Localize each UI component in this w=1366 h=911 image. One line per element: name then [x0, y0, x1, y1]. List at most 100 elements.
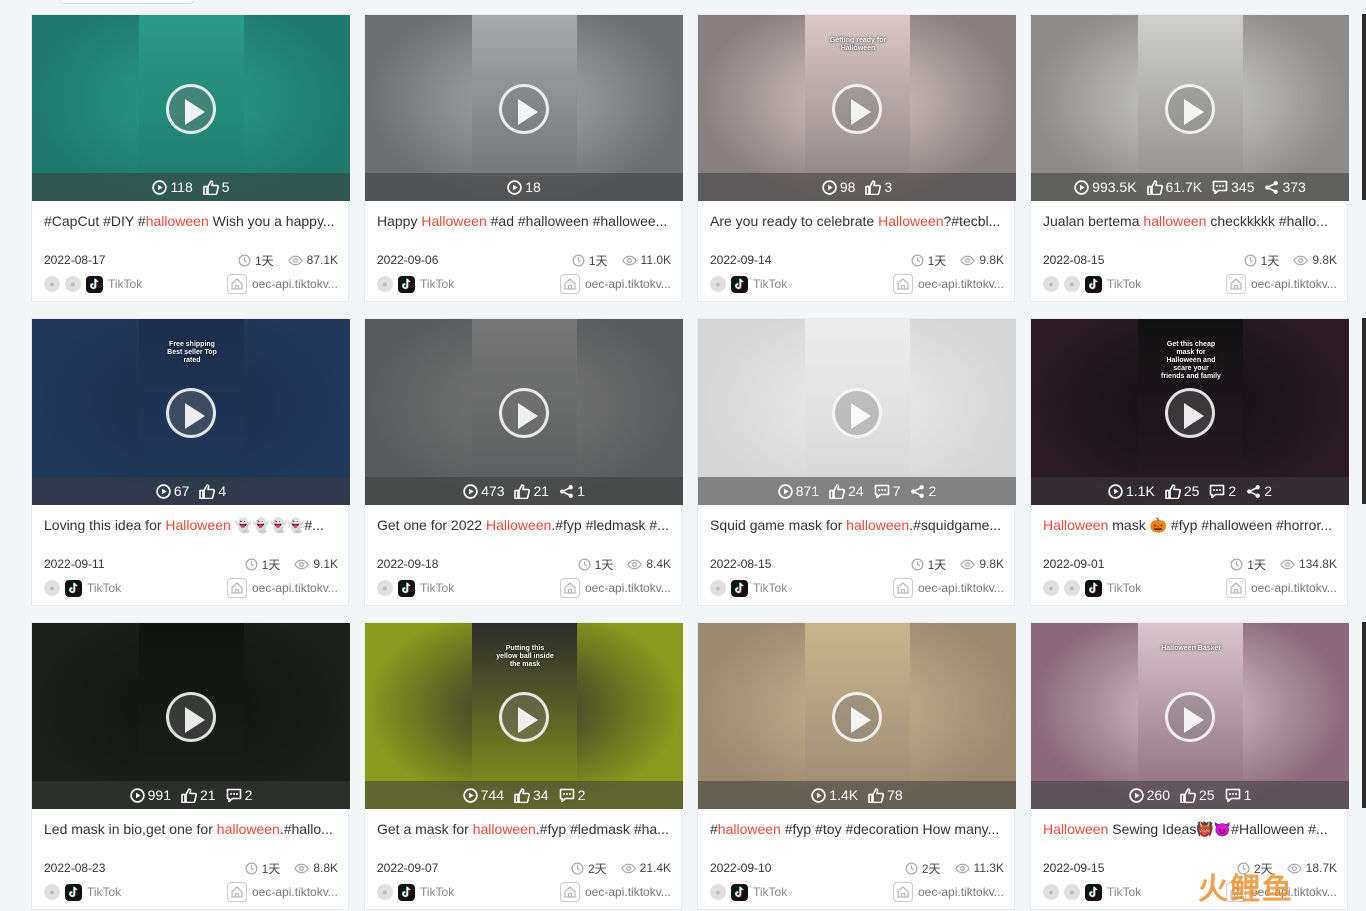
video-thumbnail[interactable]: 18 — [365, 15, 683, 201]
view-count: 18.7K — [1305, 861, 1337, 875]
publish-date: 2022-09-18 — [377, 557, 439, 571]
source-url[interactable]: oec-api.tiktokv... — [252, 581, 338, 595]
shop-icon[interactable] — [227, 882, 247, 902]
shop-icon[interactable] — [560, 274, 580, 294]
video-thumbnail[interactable]: 871 24 7 2 — [698, 319, 1016, 505]
clock-icon — [571, 862, 584, 875]
likes-count: 25 — [1183, 483, 1200, 499]
video-thumbnail[interactable]: 118 5 — [32, 15, 350, 201]
video-stats-bar: 18 — [365, 173, 683, 201]
plays-icon — [462, 787, 478, 803]
comments-stat: 345 — [1212, 179, 1254, 195]
video-card[interactable]: Getting ready for Halloween 98 3 Are you … — [697, 14, 1016, 302]
keyword-highlight: Halloween — [1043, 517, 1109, 533]
shop-icon[interactable] — [227, 578, 247, 598]
video-title[interactable]: Led mask in bio,get one for halloween.#h… — [32, 809, 348, 849]
shop-icon[interactable] — [227, 274, 247, 294]
clock-icon — [245, 558, 258, 571]
video-title[interactable]: #CapCut #DIY #halloween Wish you a happy… — [32, 201, 348, 241]
play-button[interactable] — [166, 388, 216, 438]
shop-icon[interactable] — [560, 578, 580, 598]
clock-icon — [911, 558, 924, 571]
video-card[interactable]: 18 Happy Halloween #ad #halloween #hallo… — [364, 14, 683, 302]
video-title[interactable]: Squid game mask for halloween.#squidgame… — [698, 505, 1014, 545]
shop-icon[interactable] — [1226, 274, 1246, 294]
source-url[interactable]: oec-api.tiktokv... — [918, 277, 1004, 291]
source-url[interactable]: oec-api.tiktokv... — [252, 885, 338, 899]
shop-icon[interactable] — [893, 578, 913, 598]
source-url[interactable]: oec-api.tiktokv... — [918, 581, 1004, 595]
video-meta: 2022-08-15 1天 9.8K — [1031, 252, 1347, 268]
video-title[interactable]: Get a mask for halloween.#fyp #ledmask #… — [365, 809, 681, 849]
video-card[interactable]: Halloween Basket 260 25 1 Halloween Sewing… — [1030, 622, 1349, 910]
video-title[interactable]: Loving this idea for Halloween 👻👻👻👻#... — [32, 505, 348, 545]
video-stats-bar: 993.5K 61.7K 345 373 — [1031, 173, 1349, 201]
video-card[interactable]: Get this cheap mask for Halloween and sc… — [1030, 318, 1349, 606]
video-thumbnail[interactable]: 473 21 1 — [365, 319, 683, 505]
video-thumbnail[interactable]: Get this cheap mask for Halloween and sc… — [1031, 319, 1349, 505]
filter-bar-edge — [60, 0, 194, 4]
comments-count: 1 — [1243, 787, 1252, 803]
video-title[interactable]: Happy Halloween #ad #halloween #hallowee… — [365, 201, 681, 241]
video-title[interactable]: Jualan bertema halloween checkkkkk #hall… — [1031, 201, 1347, 241]
source-url[interactable]: oec-api.tiktokv... — [585, 581, 671, 595]
eye-icon — [960, 255, 976, 266]
video-thumbnail[interactable]: Halloween Basket 260 25 1 — [1031, 623, 1349, 809]
video-meta: 2022-09-18 1天 8.4K — [365, 556, 681, 572]
video-thumbnail[interactable]: 993.5K 61.7K 345 373 — [1031, 15, 1349, 201]
play-button[interactable] — [1165, 84, 1215, 134]
play-button[interactable] — [499, 84, 549, 134]
source-url[interactable]: oec-api.tiktokv... — [585, 277, 671, 291]
play-button[interactable] — [1165, 388, 1215, 438]
shop-icon[interactable] — [560, 882, 580, 902]
video-card[interactable]: 1.4K 78 #halloween #fyp #toy #decoration … — [697, 622, 1016, 910]
shop-icon[interactable] — [893, 274, 913, 294]
plays-icon — [1108, 483, 1123, 499]
shop-icon[interactable] — [1226, 578, 1246, 598]
publish-date: 2022-08-23 — [44, 861, 106, 875]
play-button[interactable] — [499, 692, 549, 742]
play-button[interactable] — [832, 692, 882, 742]
likes-icon — [1180, 787, 1196, 803]
play-button[interactable] — [832, 388, 882, 438]
source-url[interactable]: oec-api.tiktokv... — [585, 885, 671, 899]
play-button[interactable] — [832, 84, 882, 134]
video-card[interactable]: Free shipping Best seller Top rated 67 4 … — [31, 318, 350, 606]
play-button[interactable] — [166, 692, 216, 742]
apple-icon: ● — [65, 276, 81, 292]
video-thumbnail[interactable]: 1.4K 78 — [698, 623, 1016, 809]
likes-count: 34 — [532, 787, 549, 803]
video-thumbnail[interactable]: Getting ready for Halloween 98 3 — [698, 15, 1016, 201]
video-card[interactable]: 991 21 2 Led mask in bio,get one for hallo… — [31, 622, 350, 910]
video-card[interactable]: 473 21 1 Get one for 2022 Halloween.#fyp #… — [364, 318, 683, 606]
play-button[interactable] — [166, 84, 216, 134]
likes-count: 5 — [221, 179, 230, 195]
source-url[interactable]: oec-api.tiktokv... — [252, 277, 338, 291]
video-stats-bar: 67 4 — [32, 477, 350, 505]
video-title[interactable]: Halloween Sewing Ideas👹👿#Halloween #... — [1031, 809, 1347, 849]
comments-icon — [1212, 180, 1228, 195]
source-url[interactable]: oec-api.tiktokv... — [1251, 277, 1337, 291]
video-thumbnail[interactable]: Putting this yellow ball inside the mask… — [365, 623, 683, 809]
video-title[interactable]: Halloween mask 🎃 #fyp #halloween #horror… — [1031, 505, 1347, 545]
video-source: ● TikTok oec-api.tiktokv... — [365, 882, 681, 902]
platform-label: TikTok — [87, 581, 122, 595]
video-title[interactable]: #halloween #fyp #toy #decoration How man… — [698, 809, 1014, 849]
video-card[interactable]: 118 5 #CapCut #DIY #halloween Wish you a … — [31, 14, 350, 302]
publish-date: 2022-09-06 — [377, 253, 439, 267]
source-url[interactable]: oec-api.tiktokv... — [1251, 581, 1337, 595]
video-card[interactable]: 993.5K 61.7K 345 373 Jualan bertema hallowe… — [1030, 14, 1349, 302]
video-thumbnail[interactable]: Free shipping Best seller Top rated 67 4 — [32, 319, 350, 505]
video-card[interactable]: Putting this yellow ball inside the mask… — [364, 622, 683, 910]
video-title[interactable]: Get one for 2022 Halloween.#fyp #ledmask… — [365, 505, 681, 545]
source-url[interactable]: oec-api.tiktokv... — [918, 885, 1004, 899]
video-thumbnail[interactable]: 991 21 2 — [32, 623, 350, 809]
shop-icon[interactable] — [893, 882, 913, 902]
platform-label: TikTok — [753, 885, 788, 899]
play-button[interactable] — [1165, 692, 1215, 742]
apple-icon: ● — [1064, 276, 1080, 292]
play-button[interactable] — [499, 388, 549, 438]
video-title[interactable]: Are you ready to celebrate Halloween?#te… — [698, 201, 1014, 241]
view-count: 8.8K — [313, 861, 338, 875]
video-card[interactable]: 871 24 7 2 Squid game mask for halloween.#s… — [697, 318, 1016, 606]
